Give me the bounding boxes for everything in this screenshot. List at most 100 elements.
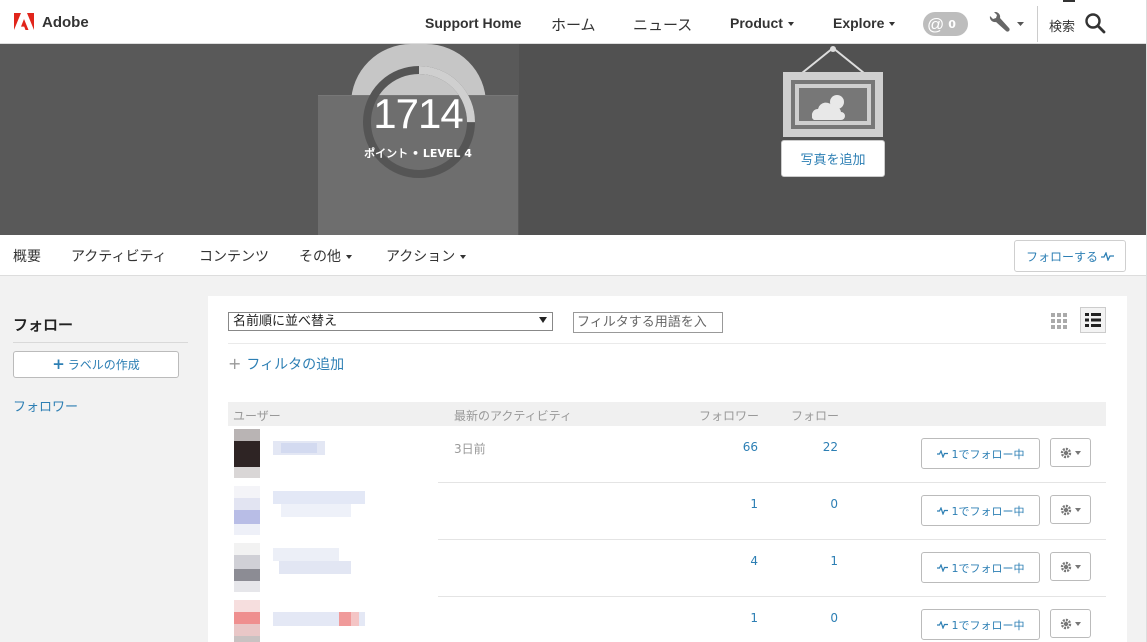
nav-explore[interactable]: Explore	[833, 15, 896, 31]
following-count[interactable]: 1	[788, 554, 838, 568]
profile-tabs: 概要 アクティビティ コンテンツ その他 アクション フォローする	[0, 235, 1147, 276]
points-level-label: ポイント • LEVEL 4	[364, 147, 472, 160]
table-header: ユーザー 最新のアクティビティ フォロワー フォロー	[228, 402, 1106, 426]
search-label[interactable]: 検索	[1049, 16, 1075, 35]
create-label-text: ラベルの作成	[67, 358, 140, 372]
pulse-icon	[936, 563, 948, 572]
sidebar-divider	[13, 342, 188, 343]
following-status-button[interactable]: 1でフォロー中	[921, 552, 1040, 583]
plus-icon: +	[228, 354, 242, 373]
row-settings-menu[interactable]	[1050, 495, 1091, 524]
pulse-icon	[936, 506, 948, 515]
row-settings-menu[interactable]	[1050, 438, 1091, 467]
wrench-icon[interactable]	[986, 12, 1026, 34]
username-link[interactable]	[273, 548, 351, 574]
table-row: 1 0 1でフォロー中	[228, 597, 1106, 642]
tab-actions[interactable]: アクション	[386, 246, 467, 266]
following-status-label: 1でフォロー中	[951, 504, 1025, 518]
nav-divider	[1037, 6, 1038, 42]
filter-input[interactable]	[573, 312, 723, 333]
avatar[interactable]	[234, 486, 260, 535]
following-count[interactable]: 0	[788, 497, 838, 511]
chevron-down-icon	[889, 22, 896, 27]
tab-content[interactable]: コンテンツ	[199, 246, 269, 266]
following-status-button[interactable]: 1でフォロー中	[921, 609, 1040, 640]
brand-name: Adobe	[42, 13, 89, 31]
gear-icon	[1060, 561, 1072, 572]
username-link[interactable]	[273, 491, 365, 517]
add-filter-link[interactable]: + フィルタの追加	[228, 354, 344, 374]
followers-count[interactable]: 1	[708, 497, 758, 511]
add-filter-label: フィルタの追加	[246, 357, 345, 373]
username-link[interactable]	[273, 612, 365, 626]
pulse-icon	[1101, 251, 1114, 261]
top-navigation: Adobe Support Home ホーム ニュース Product Expl…	[0, 0, 1147, 44]
tab-activity[interactable]: アクティビティ	[71, 246, 167, 266]
plus-icon: +	[52, 355, 65, 373]
tab-more-label: その他	[299, 249, 341, 265]
gear-icon	[1060, 504, 1072, 515]
table-row: 1 0 1でフォロー中	[228, 483, 1106, 540]
pulse-icon	[936, 449, 948, 458]
tab-overview[interactable]: 概要	[13, 246, 41, 266]
chevron-down-icon	[1075, 621, 1081, 626]
add-photo-button[interactable]: 写真を追加	[781, 140, 885, 177]
brand[interactable]: Adobe	[14, 13, 89, 31]
nav-explore-label: Explore	[833, 15, 885, 31]
chevron-down-icon	[1075, 564, 1081, 569]
recent-activity: 3日前	[454, 442, 486, 456]
sidebar-item-followers[interactable]: フォロワー	[13, 396, 78, 415]
chevron-down-icon	[460, 255, 467, 259]
avatar[interactable]	[234, 600, 260, 642]
followers-count[interactable]: 66	[708, 440, 758, 454]
follow-button[interactable]: フォローする	[1014, 240, 1126, 272]
chevron-down-icon	[787, 22, 794, 27]
follow-button-label: フォローする	[1025, 249, 1098, 264]
table-row: 3日前 66 22 1でフォロー中	[228, 426, 1106, 483]
gear-icon	[1060, 618, 1072, 629]
nav-product[interactable]: Product	[730, 15, 794, 31]
following-count[interactable]: 22	[788, 440, 838, 454]
nav-home[interactable]: ホーム	[551, 14, 596, 35]
create-label-button[interactable]: + ラベルの作成	[13, 351, 179, 378]
nav-news[interactable]: ニュース	[633, 14, 692, 35]
followers-count[interactable]: 4	[708, 554, 758, 568]
list-view-icon	[1085, 313, 1101, 327]
following-panel: 名前順に並べ替え +フィルタの追加 ユーザー 最新のアクティビティ フォロワー …	[208, 296, 1127, 642]
column-header-recent-activity: 最新のアクティビティ	[454, 409, 572, 423]
sort-select-value: 名前順に並べ替え	[233, 314, 338, 329]
row-settings-menu[interactable]	[1050, 552, 1091, 581]
grid-view-icon[interactable]	[1051, 313, 1067, 329]
following-status-label: 1でフォロー中	[951, 447, 1025, 461]
avatar[interactable]	[234, 543, 260, 592]
mentions-button[interactable]: @ 0	[923, 12, 968, 36]
picture-frame-icon	[783, 46, 883, 137]
following-status-button[interactable]: 1でフォロー中	[921, 438, 1040, 469]
at-sign-icon: @	[927, 14, 945, 34]
sort-select[interactable]: 名前順に並べ替え	[228, 312, 553, 331]
chevron-down-icon	[346, 255, 352, 259]
tab-actions-label: アクション	[386, 249, 456, 265]
nav-support-home[interactable]: Support Home	[425, 15, 521, 31]
following-status-label: 1でフォロー中	[951, 561, 1025, 575]
mention-count-badge: 0	[948, 17, 956, 31]
column-header-followers: フォロワー	[699, 409, 760, 423]
column-header-user: ユーザー	[233, 409, 281, 423]
avatar[interactable]	[234, 429, 260, 478]
search-icon[interactable]	[1084, 12, 1106, 34]
following-status-button[interactable]: 1でフォロー中	[921, 495, 1040, 526]
nav-product-label: Product	[730, 15, 783, 31]
row-settings-menu[interactable]	[1050, 609, 1091, 638]
followers-count[interactable]: 1	[708, 611, 758, 625]
following-count[interactable]: 0	[788, 611, 838, 625]
username-link[interactable]	[273, 441, 325, 455]
chevron-down-icon	[1075, 450, 1081, 455]
tab-more[interactable]: その他	[299, 246, 352, 266]
following-status-label: 1でフォロー中	[951, 618, 1025, 632]
table-row: 4 1 1でフォロー中	[228, 540, 1106, 597]
list-view-button[interactable]	[1080, 307, 1106, 333]
toolbar-divider	[228, 343, 1106, 344]
pulse-icon	[936, 620, 948, 629]
adobe-logo-icon	[14, 13, 34, 30]
dropdown-arrow-icon	[539, 317, 547, 323]
